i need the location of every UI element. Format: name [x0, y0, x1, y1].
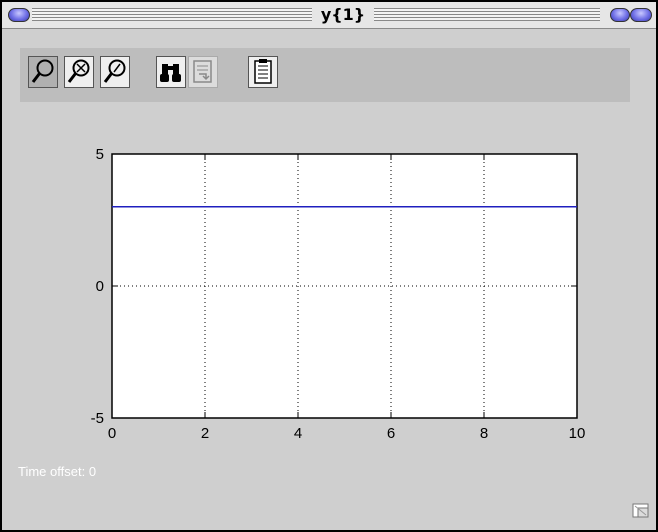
close-box-icon[interactable]: [8, 8, 30, 22]
x-tick-label: 8: [480, 425, 488, 442]
x-tick-label: 0: [108, 425, 116, 442]
save-axes-icon: [193, 60, 212, 83]
zoom-x-icon: [67, 59, 90, 83]
time-offset: Time offset: 0: [18, 464, 96, 479]
save-axes-button[interactable]: [188, 56, 218, 88]
collapse-box-icon[interactable]: [630, 8, 652, 22]
title-bar[interactable]: y{1}: [2, 2, 656, 29]
y-tick-label: -5: [91, 410, 104, 427]
x-tick-label: 6: [387, 425, 395, 442]
zoom-y-button[interactable]: [100, 56, 130, 88]
y-tick-label: 0: [96, 278, 104, 295]
x-tick-label: 4: [294, 425, 302, 442]
time-offset-value: 0: [88, 464, 97, 479]
x-tick-label: 2: [201, 425, 209, 442]
binoculars-icon: [160, 64, 181, 82]
zoom-x-button[interactable]: [64, 56, 94, 88]
y-tick-label: 5: [96, 146, 104, 163]
window-title: y{1}: [320, 5, 366, 24]
title-bar-stripes-left: [32, 8, 312, 21]
title-bar-stripes-right: [374, 8, 600, 21]
resize-grip-icon[interactable]: [630, 500, 652, 520]
zoom-box-icon[interactable]: [610, 8, 630, 22]
scope-window: y{1} 0 2 4 6 8 10 5 0 -5 Time offset: 0: [0, 0, 658, 532]
autoscale-button[interactable]: [156, 56, 186, 88]
chart: 0 2 4 6 8 1050-5: [91, 146, 586, 442]
parameters-icon: [254, 59, 272, 84]
time-offset-label: Time offset:: [18, 464, 86, 479]
toolbar: [20, 48, 630, 102]
x-tick-label: 10: [569, 425, 586, 442]
parameters-button[interactable]: [248, 56, 278, 88]
zoom-y-icon: [103, 59, 126, 83]
zoom-icon: [31, 59, 54, 83]
zoom-button[interactable]: [28, 56, 58, 88]
plot-area: 0 2 4 6 8 10 5 0 -5: [91, 146, 586, 442]
